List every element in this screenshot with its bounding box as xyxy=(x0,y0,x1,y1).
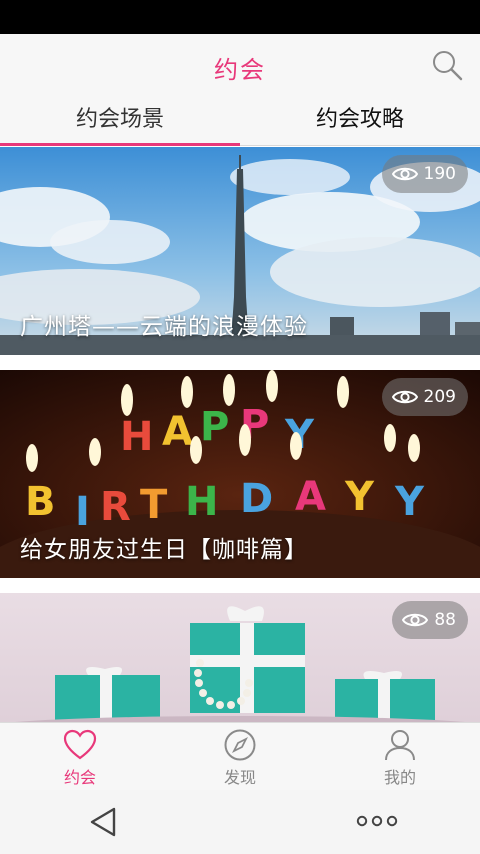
svg-text:B: B xyxy=(25,479,56,525)
eye-icon xyxy=(402,613,429,627)
compass-icon xyxy=(224,729,256,761)
view-count: 88 xyxy=(434,610,456,630)
scene-card-gift-cakes[interactable]: 88 xyxy=(0,593,480,722)
system-nav-bar xyxy=(0,790,480,854)
view-count-badge: 209 xyxy=(381,378,468,416)
svg-text:A: A xyxy=(162,409,193,455)
nav-item-discover[interactable]: 发现 xyxy=(160,723,320,791)
more-dots-icon[interactable] xyxy=(356,814,398,828)
view-count-badge: 88 xyxy=(392,601,468,639)
svg-text:H: H xyxy=(120,414,153,460)
card-title: 给女朋友过生日【咖啡篇】 xyxy=(20,537,308,563)
eye-icon xyxy=(391,167,418,181)
tab-indicator xyxy=(0,143,240,146)
nav-label: 约会 xyxy=(63,768,96,787)
page-title: 约会 xyxy=(214,56,266,84)
nav-item-mine[interactable]: 我的 xyxy=(320,723,480,791)
tab-date-scenes[interactable]: 约会场景 xyxy=(0,98,240,146)
svg-text:P: P xyxy=(200,404,229,450)
back-triangle-icon[interactable] xyxy=(88,806,118,838)
nav-label: 发现 xyxy=(223,768,256,787)
svg-text:I: I xyxy=(75,489,90,535)
scene-feed[interactable]: 190 广州塔——云端的浪漫体验 H A P P Y B I R xyxy=(0,147,480,722)
svg-text:H: H xyxy=(185,479,218,525)
heart-icon xyxy=(63,729,97,760)
view-count-badge: 190 xyxy=(381,155,468,193)
view-count: 190 xyxy=(423,164,456,184)
eye-icon xyxy=(391,390,418,404)
card-title: 广州塔——云端的浪漫体验 xyxy=(20,314,308,340)
svg-text:T: T xyxy=(140,482,168,528)
tab-date-guides[interactable]: 约会攻略 xyxy=(240,98,480,146)
bottom-nav: 约会 发现 我的 xyxy=(0,722,480,790)
svg-text:R: R xyxy=(100,484,131,530)
search-icon[interactable] xyxy=(430,48,464,82)
svg-text:D: D xyxy=(240,476,273,522)
svg-text:Y: Y xyxy=(394,479,425,525)
view-count: 209 xyxy=(423,387,456,407)
svg-text:Y: Y xyxy=(344,474,375,520)
tab-bar: 约会场景 约会攻略 xyxy=(0,98,480,146)
svg-text:A: A xyxy=(295,474,326,520)
user-icon xyxy=(385,730,415,761)
scene-card-birthday-coffee[interactable]: H A P P Y B I R T H D A Y Y xyxy=(0,370,480,578)
nav-label: 我的 xyxy=(383,768,416,787)
status-bar xyxy=(0,0,480,34)
nav-item-dating[interactable]: 约会 xyxy=(0,723,160,791)
app-header: 约会 xyxy=(0,34,480,98)
scene-card-canton-tower[interactable]: 190 广州塔——云端的浪漫体验 xyxy=(0,147,480,355)
